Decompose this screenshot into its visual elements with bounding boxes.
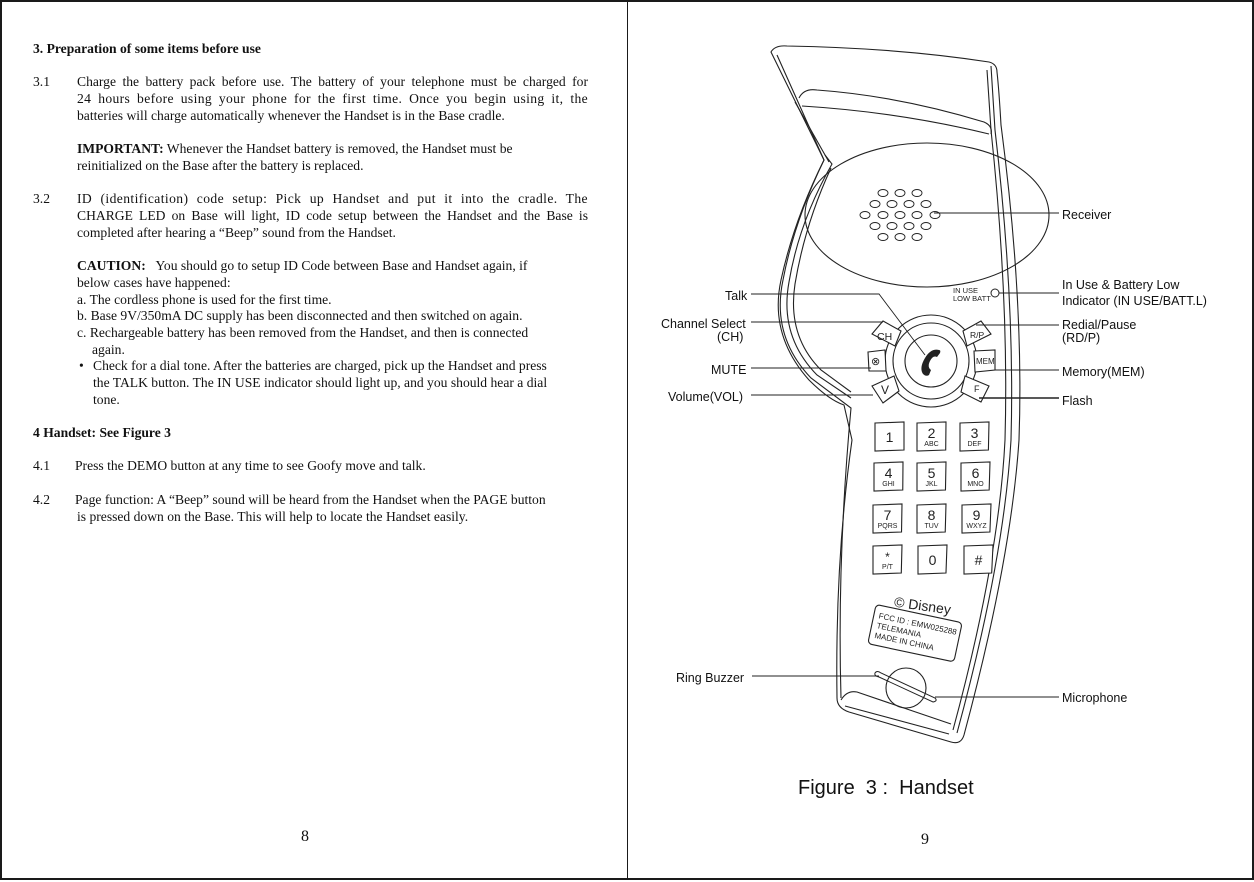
key-letters: DEF: [968, 441, 982, 448]
key-letters: PQRS: [878, 523, 898, 530]
in-use-led-icon: [990, 288, 1000, 298]
key-letters: GHI: [882, 481, 895, 488]
mute-label: MUTE: [711, 363, 747, 377]
keypad-key-3[interactable]: 3DEF: [959, 421, 990, 452]
memory-label: Memory(MEM): [1062, 365, 1145, 379]
redial-label-1: Redial/Pause: [1062, 318, 1137, 332]
item-4-2-number: 4.2: [33, 492, 50, 507]
ring-buzzer-label: Ring Buzzer: [676, 671, 745, 685]
in-use-label-1: In Use & Battery Low: [1062, 278, 1180, 292]
key-digit: 5: [928, 465, 936, 481]
keypad-key-star[interactable]: *P/T: [872, 544, 903, 575]
key-digit: 3: [971, 425, 979, 441]
key-digit: 1: [886, 429, 894, 445]
item-4-1-number: 4.1: [33, 458, 50, 473]
section-4-heading: 4 Handset: See Figure 3: [33, 425, 171, 440]
section-3-heading: 3. Preparation of some items before use: [33, 41, 261, 56]
key-letters: TUV: [925, 523, 939, 530]
item-3-1-line: 24 hours before using your phone for the…: [77, 91, 588, 106]
bullet-icon: •: [79, 358, 84, 373]
keypad-key-hash[interactable]: #: [963, 544, 994, 575]
key-digit: 0: [929, 552, 937, 568]
item-3-1-line: Charge the battery pack before use. The …: [77, 74, 588, 89]
mute-icon: ⊗: [871, 356, 880, 368]
page-8: 3. Preparation of some items before use …: [0, 0, 628, 880]
item-3-2-line: completed after hearing a “Beep” sound f…: [77, 225, 396, 240]
important-label: IMPORTANT:: [77, 141, 164, 156]
keypad: 1 2ABC3DEF4GHI5JKL6MNO7PQRS8TUV9WXYZ*P/T 0…: [872, 421, 994, 575]
handset-figure: IN USE LOW BATT CH ⊗ V R/P MEM F 1 2ABC3D…: [751, 45, 1059, 744]
flash-label: Flash: [1062, 394, 1093, 408]
keypad-key-7[interactable]: 7PQRS: [872, 503, 903, 534]
disney-logo: © Disney: [893, 594, 952, 618]
receiver-label: Receiver: [1062, 208, 1112, 222]
item-3-2-line: ID (identification) code setup: Pick up …: [77, 191, 588, 206]
keypad-key-9[interactable]: 9WXYZ: [961, 503, 992, 534]
redial-label-2: (RD/P): [1062, 331, 1101, 345]
receiver-oval: [804, 142, 1050, 288]
key-letters: WXYZ: [966, 523, 987, 530]
keypad-key-2[interactable]: 2ABC: [916, 421, 947, 452]
case-c: c. Rechargeable battery has been removed…: [77, 325, 529, 340]
case-b: b. Base 9V/350mA DC supply has been disc…: [77, 308, 523, 323]
indicator-text-2: LOW BATT: [953, 294, 991, 303]
channel-select-abbr: (CH): [717, 330, 744, 344]
page-number: 8: [301, 828, 309, 845]
key-letters: P/T: [882, 564, 894, 571]
rp-button-label: R/P: [970, 330, 985, 340]
ch-button-label: CH: [877, 331, 892, 343]
talk-label: Talk: [725, 289, 748, 303]
ring-buzzer-grille: [885, 667, 927, 709]
key-letters: ABC: [924, 441, 938, 448]
receiver-grille: [859, 189, 941, 241]
key-digit: 8: [928, 507, 936, 523]
item-3-1-line: batteries will charge automatically when…: [77, 108, 505, 123]
volume-label: Volume(VOL): [668, 390, 744, 404]
flash-button-label: F: [974, 384, 980, 394]
page-9: IN USE LOW BATT CH ⊗ V R/P MEM F 1 2 ABC 3 D…: [627, 0, 1254, 880]
key-digit: 7: [884, 507, 892, 523]
volume-button-label: V: [881, 383, 889, 397]
keypad-key-0[interactable]: 0: [917, 544, 948, 575]
important-note: IMPORTANT: Whenever the Handset battery …: [77, 141, 513, 158]
bullet-line: the TALK button. The IN USE indicator sh…: [93, 375, 548, 390]
key-digit: 4: [885, 465, 893, 481]
keypad-key-1[interactable]: 1: [874, 421, 905, 452]
item-3-2-number: 3.2: [33, 191, 50, 206]
important-text: Whenever the Handset battery is removed,…: [166, 141, 513, 156]
important-text-cont: reinitialized on the Base after the batt…: [77, 158, 364, 173]
key-digit: 2: [928, 425, 936, 441]
keypad-key-5[interactable]: 5JKL: [916, 461, 947, 492]
key-digit: *: [885, 550, 890, 564]
key-letters: JKL: [925, 481, 937, 488]
item-3-1-number: 3.1: [33, 74, 50, 89]
case-c-cont: again.: [92, 342, 125, 357]
bullet-line: Check for a dial tone. After the batteri…: [93, 358, 547, 373]
mem-button-label: MEM: [976, 357, 995, 366]
key-digit: 6: [972, 465, 980, 481]
item-3-2-line: CHARGE LED on Base will light, ID code s…: [77, 208, 588, 223]
caution-text: You should go to setup ID Code between B…: [155, 258, 528, 273]
case-a: a. The cordless phone is used for the fi…: [77, 292, 332, 307]
item-4-2-line: Page function: A “Beep” sound will be he…: [75, 492, 546, 507]
item-4-1-text: Press the DEMO button at any time to see…: [75, 458, 426, 473]
channel-select-label: Channel Select: [661, 317, 746, 331]
key-digit: #: [975, 552, 983, 568]
key-digit: 9: [973, 507, 981, 523]
page-number: 9: [921, 831, 929, 848]
keypad-key-8[interactable]: 8TUV: [916, 503, 947, 534]
caution-label: CAUTION:: [77, 258, 146, 273]
caution-text-cont: below cases have happened:: [77, 275, 231, 290]
microphone-label: Microphone: [1062, 691, 1128, 705]
bullet-line: tone.: [93, 392, 120, 407]
caution-note: CAUTION: You should go to setup ID Code …: [77, 258, 527, 275]
microphone-slot: [874, 671, 937, 703]
keypad-key-6[interactable]: 6MNO: [960, 461, 991, 492]
in-use-label-2: Indicator (IN USE/BATT.L): [1062, 294, 1207, 308]
key-letters: MNO: [967, 481, 984, 488]
figure-caption: Figure 3 : Handset: [798, 777, 974, 799]
item-4-2-line: is pressed down on the Base. This will h…: [77, 509, 469, 524]
keypad-key-4[interactable]: 4GHI: [873, 461, 904, 492]
